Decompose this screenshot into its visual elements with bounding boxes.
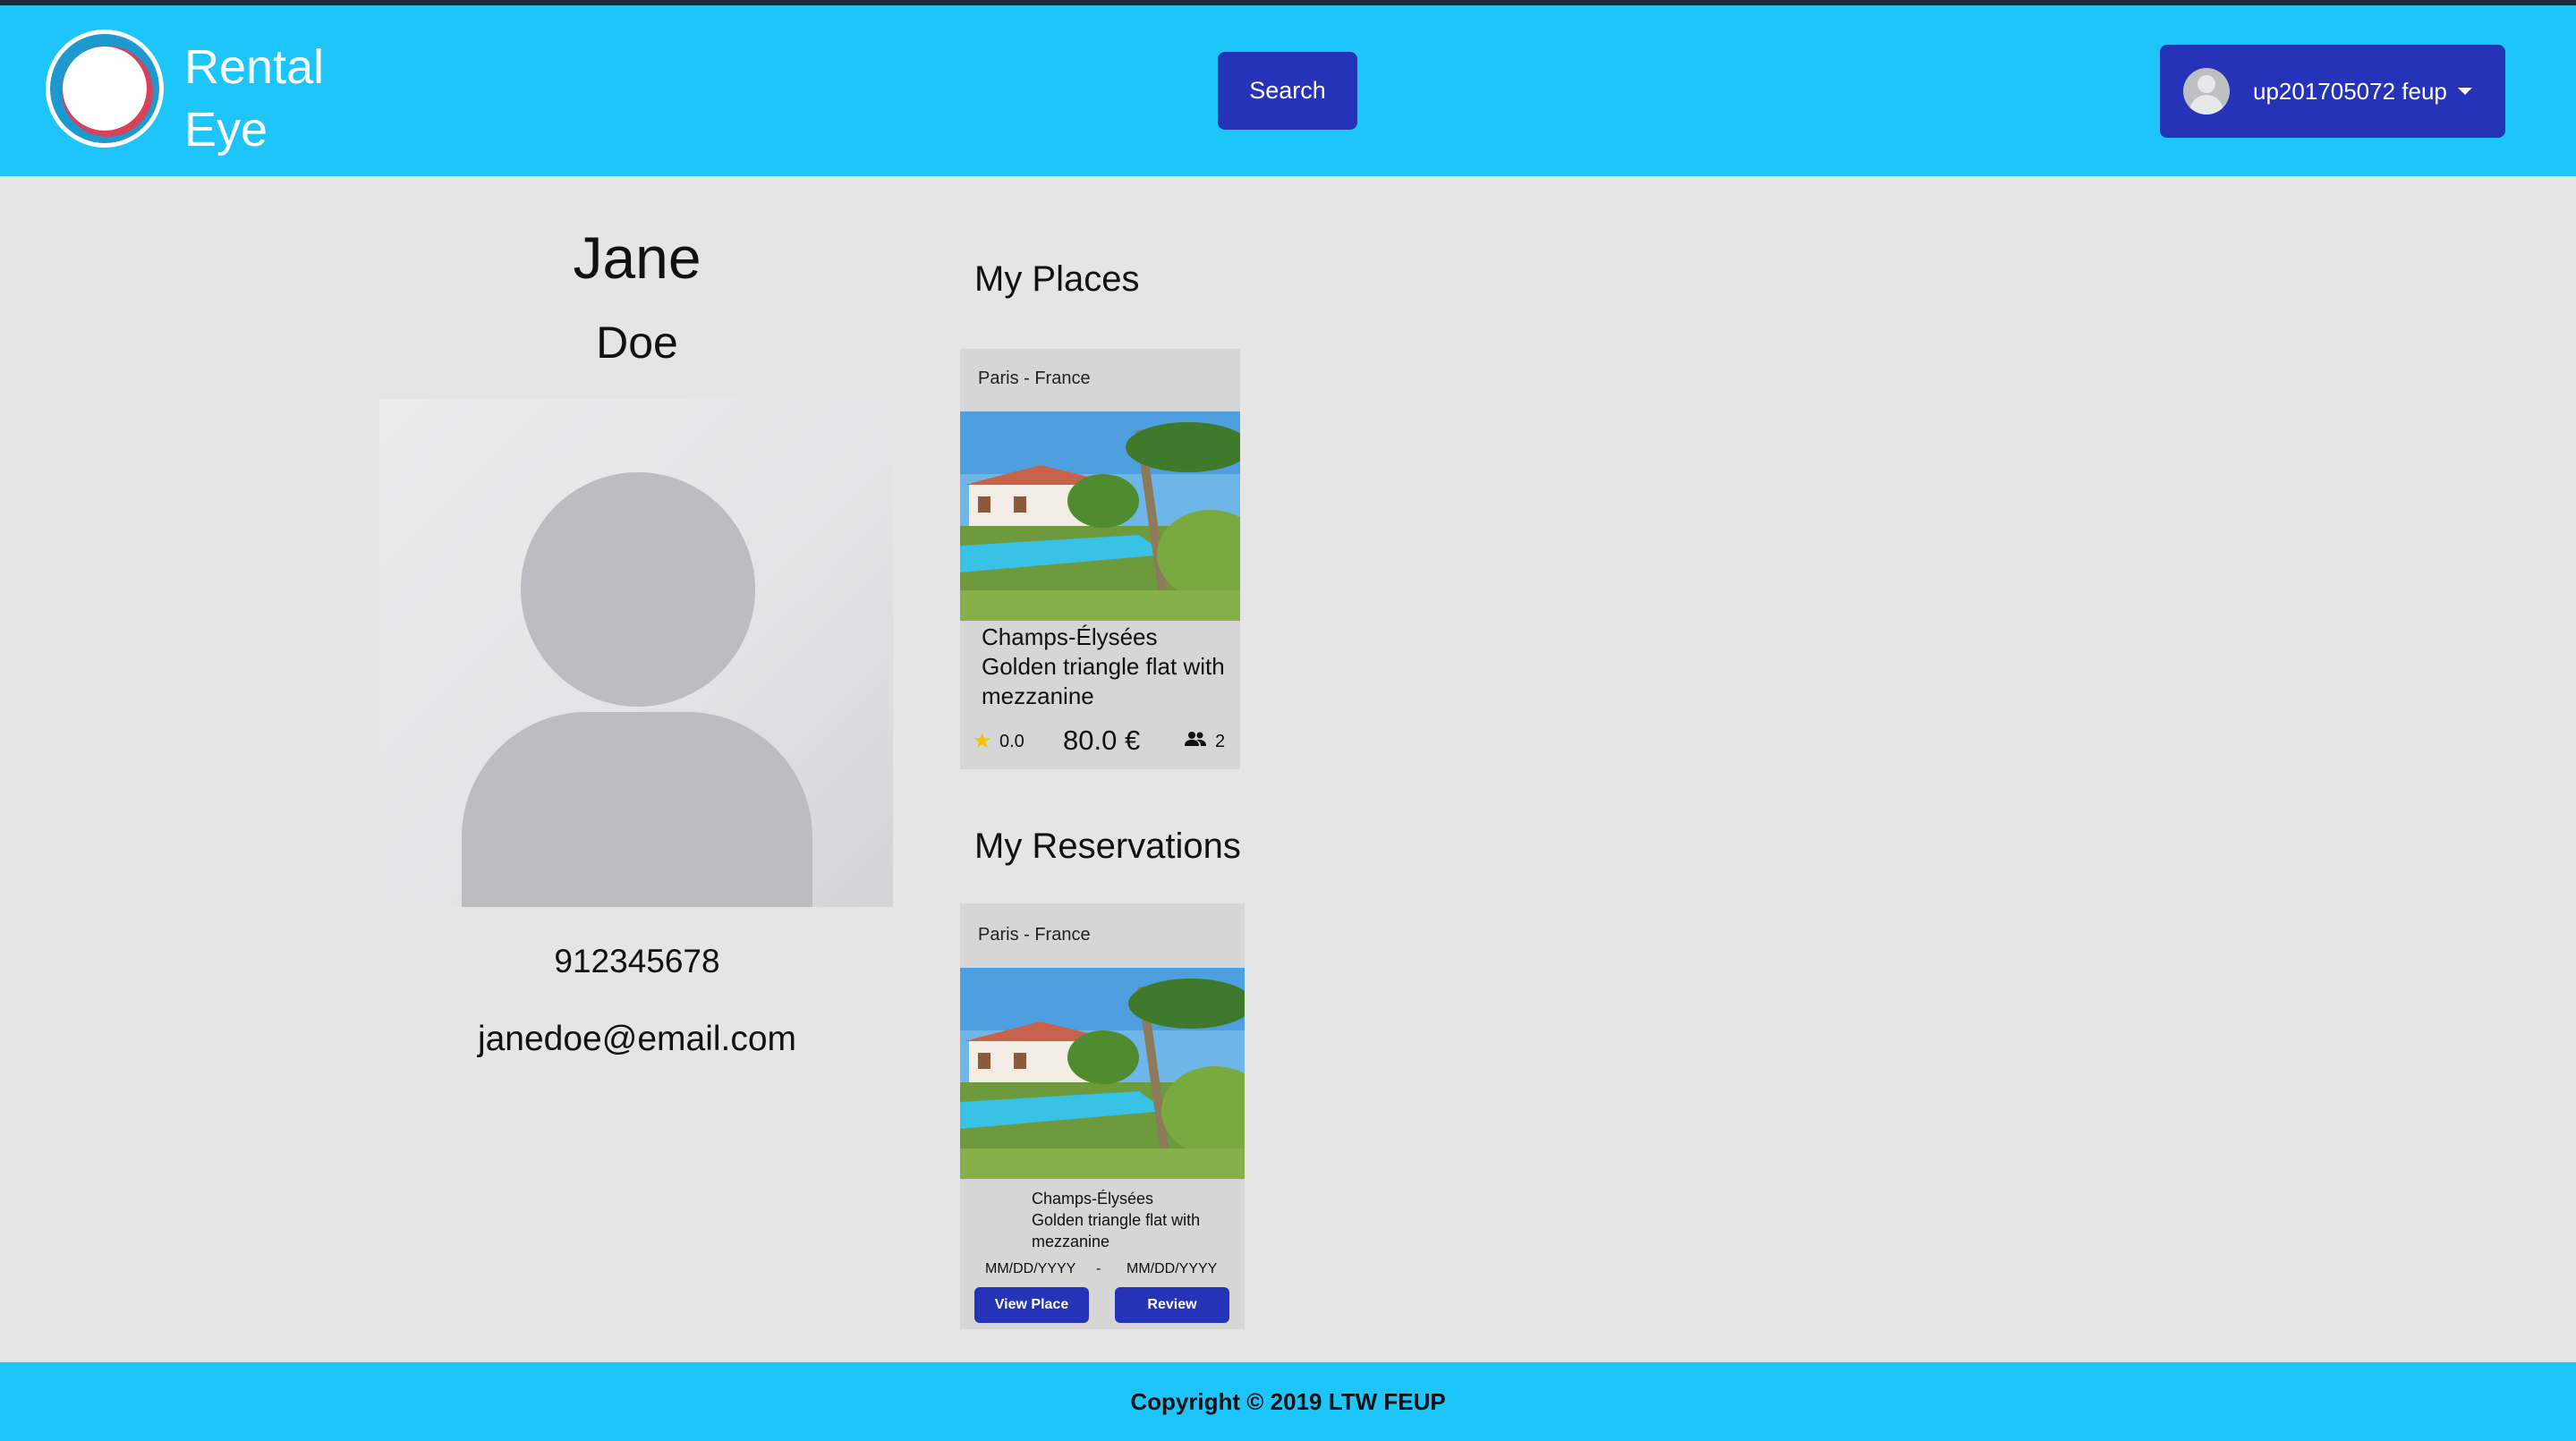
people-icon: [1185, 732, 1206, 746]
reservation-title[interactable]: Champs-Élysées Golden triangle flat with…: [1032, 1188, 1202, 1252]
view-place-button[interactable]: View Place: [974, 1287, 1089, 1323]
brand-line-1: Rental: [184, 40, 325, 94]
profile-picture: [379, 399, 893, 907]
place-price: 80.0 €: [1063, 725, 1141, 756]
place-location: Paris - France: [978, 369, 1091, 388]
reservation-location: Paris - France: [978, 925, 1091, 945]
place-capacity: 2: [1215, 732, 1226, 751]
reservation-date-from: MM/DD/YYYY: [985, 1261, 1076, 1276]
place-rating: 0.0: [999, 732, 1024, 751]
logo-icon[interactable]: [46, 30, 164, 148]
place-photo[interactable]: [960, 411, 1240, 621]
brand-line-2: Eye: [184, 103, 268, 157]
reservation-photo[interactable]: [960, 968, 1245, 1179]
site-header: Rental Eye Search up201705072 feup: [0, 5, 2576, 176]
profile-email: janedoe@email.com: [477, 1020, 797, 1058]
site-footer: Copyright © 2019 LTW FEUP: [0, 1362, 2576, 1441]
place-card[interactable]: Paris - France Champs-Élysées Golden tri…: [960, 349, 1240, 769]
reservation-date-to: MM/DD/YYYY: [1126, 1261, 1218, 1276]
search-button[interactable]: Search: [1218, 52, 1357, 130]
place-title[interactable]: Champs-Élysées Golden triangle flat with…: [982, 623, 1232, 711]
chevron-down-icon: [2457, 88, 2472, 95]
user-name: up201705072 feup: [2253, 77, 2447, 105]
profile-phone: 912345678: [554, 943, 720, 979]
profile-last-name: Doe: [596, 318, 678, 368]
my-places-heading: My Places: [974, 259, 1140, 299]
reservation-card[interactable]: Paris - France Champs-Élysées Golden tri…: [960, 903, 1245, 1329]
profile-first-name: Jane: [573, 225, 701, 291]
star-icon: ★: [973, 729, 992, 753]
my-reservations-heading: My Reservations: [974, 826, 1241, 866]
copyright-text: Copyright © 2019 LTW FEUP: [1130, 1387, 1446, 1415]
reservation-date-separator: -: [1096, 1261, 1101, 1276]
review-button[interactable]: Review: [1115, 1287, 1229, 1323]
user-menu-button[interactable]: up201705072 feup: [2160, 45, 2505, 138]
brand-name[interactable]: Rental Eye: [184, 36, 363, 161]
avatar: [2183, 68, 2230, 114]
